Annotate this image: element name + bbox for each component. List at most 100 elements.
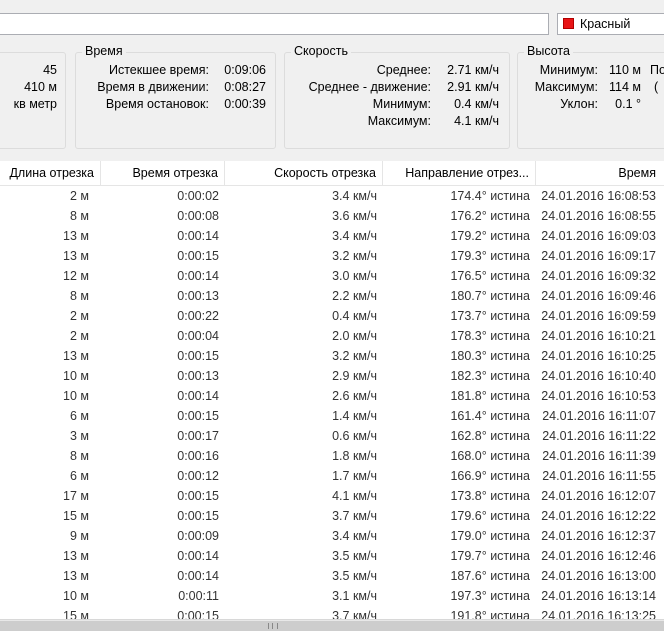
cell-segment-time: 0:00:04 — [177, 329, 219, 343]
table-row[interactable]: 12 м 0:00:14 3.0 км/ч 176.5° истина 24.01.20… — [0, 266, 664, 286]
table-row[interactable]: 13 м 0:00:14 3.4 км/ч 179.2° истина 24.01.20… — [0, 226, 664, 246]
cell-segment-length: 2 м — [69, 309, 89, 323]
track-name-input[interactable] — [0, 13, 549, 35]
speed-value: 2.91 км/ч — [447, 80, 499, 94]
cell-segment-time: 0:00:15 — [177, 489, 219, 503]
cell-segment-time: 0:00:14 — [177, 389, 219, 403]
table-row[interactable]: 8 м 0:00:13 2.2 км/ч 180.7° истина 24.01.201… — [0, 286, 664, 306]
cell-segment-speed: 3.6 км/ч — [332, 209, 377, 223]
cell-segment-length: 10 м — [63, 369, 89, 383]
cell-segment-time: 0:00:22 — [177, 309, 219, 323]
cell-segment-time: 0:00:02 — [177, 189, 219, 203]
cell-time: 24.01.2016 16:10:40 — [541, 369, 656, 383]
table-row[interactable]: 15 м 0:00:15 3.7 км/ч 191.8° истина 24.01.20… — [0, 606, 664, 619]
cell-segment-speed: 3.5 км/ч — [332, 569, 377, 583]
cell-segment-time: 0:00:13 — [177, 369, 219, 383]
cell-time: 24.01.2016 16:10:21 — [541, 329, 656, 343]
cell-segment-direction: 173.7° истина — [450, 309, 530, 323]
table-row[interactable]: 17 м 0:00:15 4.1 км/ч 173.8° истина 24.01.20… — [0, 486, 664, 506]
scrollbar-thumb[interactable] — [0, 621, 664, 631]
cell-time: 24.01.2016 16:09:17 — [541, 249, 656, 263]
cell-time: 24.01.2016 16:09:03 — [541, 229, 656, 243]
group-value: кв метр — [13, 97, 57, 111]
table-row[interactable]: 13 м 0:00:14 3.5 км/ч 179.7° истина 24.01.20… — [0, 546, 664, 566]
table-row[interactable]: 9 м 0:00:09 3.4 км/ч 179.0° истина 24.01.201… — [0, 526, 664, 546]
time-group: Время Истекшее время: 0:09:06 Время в дв… — [75, 44, 276, 149]
segments-table: Длина отрезка Время отрезка Скорость отр… — [0, 161, 664, 619]
cell-segment-length: 2 м — [69, 189, 89, 203]
cell-time: 24.01.2016 16:09:32 — [541, 269, 656, 283]
cell-segment-direction: 182.3° истина — [450, 369, 530, 383]
table-row[interactable]: 2 м 0:00:04 2.0 км/ч 178.3° истина 24.01.201… — [0, 326, 664, 346]
cell-segment-speed: 2.2 км/ч — [332, 289, 377, 303]
cell-time: 24.01.2016 16:10:25 — [541, 349, 656, 363]
cell-segment-direction: 179.6° истина — [450, 509, 530, 523]
time-value: 0:00:39 — [224, 97, 266, 111]
column-header-segment-speed[interactable]: Скорость отрезка — [225, 161, 383, 185]
cell-segment-direction: 174.4° истина — [450, 189, 530, 203]
column-header-time[interactable]: Время — [536, 161, 664, 185]
table-row[interactable]: 10 м 0:00:11 3.1 км/ч 197.3° истина 24.01.20… — [0, 586, 664, 606]
cell-segment-length: 13 м — [63, 229, 89, 243]
speed-value: 0.4 км/ч — [454, 97, 499, 111]
cell-time: 24.01.2016 16:09:59 — [541, 309, 656, 323]
table-row[interactable]: 13 м 0:00:15 3.2 км/ч 180.3° истина 24.01.20… — [0, 346, 664, 366]
cell-segment-direction: 173.8° истина — [450, 489, 530, 503]
cell-time: 24.01.2016 16:12:46 — [541, 549, 656, 563]
cell-segment-length: 3 м — [69, 429, 89, 443]
cell-segment-direction: 176.5° истина — [450, 269, 530, 283]
speed-group: Скорость Среднее: 2.71 км/ч Среднее - дв… — [284, 44, 510, 149]
cell-time: 24.01.2016 16:13:14 — [541, 589, 656, 603]
table-row[interactable]: 10 м 0:00:13 2.9 км/ч 182.3° истина 24.01.20… — [0, 366, 664, 386]
cell-segment-length: 2 м — [69, 329, 89, 343]
table-row[interactable]: 2 м 0:00:22 0.4 км/ч 173.7° истина 24.01.201… — [0, 306, 664, 326]
speed-value: 2.71 км/ч — [447, 63, 499, 77]
table-row[interactable]: 13 м 0:00:15 3.2 км/ч 179.3° истина 24.01.20… — [0, 246, 664, 266]
color-select[interactable]: Красный — [557, 13, 664, 35]
cell-segment-speed: 1.8 км/ч — [332, 449, 377, 463]
table-row[interactable]: 10 м 0:00:14 2.6 км/ч 181.8° истина 24.01.20… — [0, 386, 664, 406]
cell-segment-time: 0:00:14 — [177, 549, 219, 563]
cell-time: 24.01.2016 16:08:53 — [541, 189, 656, 203]
column-header-segment-length[interactable]: Длина отрезка — [0, 161, 101, 185]
table-row[interactable]: 8 м 0:00:08 3.6 км/ч 176.2° истина 24.01.201… — [0, 206, 664, 226]
cell-segment-time: 0:00:11 — [178, 589, 219, 603]
cell-segment-direction: 197.3° истина — [450, 589, 530, 603]
cell-segment-length: 13 м — [63, 549, 89, 563]
table-row[interactable]: 8 м 0:00:16 1.8 км/ч 168.0° истина 24.01.201… — [0, 446, 664, 466]
cell-segment-direction: 180.3° истина — [450, 349, 530, 363]
speed-value: 4.1 км/ч — [454, 114, 499, 128]
cell-segment-direction: 181.8° истина — [450, 389, 530, 403]
cell-segment-direction: 178.3° истина — [450, 329, 530, 343]
height-group: Высота Минимум: 110 м По Максимум: 114 м… — [517, 44, 664, 149]
height-group-title: Высота — [524, 44, 573, 58]
cell-segment-speed: 3.2 км/ч — [332, 349, 377, 363]
table-row[interactable]: 2 м 0:00:02 3.4 км/ч 174.4° истина 24.01.201… — [0, 186, 664, 206]
table-row[interactable]: 6 м 0:00:12 1.7 км/ч 166.9° истина 24.01.201… — [0, 466, 664, 486]
height-value: 114 м — [609, 80, 641, 94]
cell-segment-speed: 3.4 км/ч — [332, 229, 377, 243]
table-row[interactable]: 3 м 0:00:17 0.6 км/ч 162.8° истина 24.01.201… — [0, 426, 664, 446]
height-value: 0.1 ° — [615, 97, 641, 111]
cell-segment-direction: 161.4° истина — [450, 409, 530, 423]
table-row[interactable]: 15 м 0:00:15 3.7 км/ч 179.6° истина 24.01.20… — [0, 506, 664, 526]
cell-segment-direction: 191.8° истина — [450, 609, 530, 619]
cell-segment-length: 8 м — [69, 289, 89, 303]
color-select-label: Красный — [580, 17, 631, 31]
table-row[interactable]: 13 м 0:00:14 3.5 км/ч 187.6° истина 24.01.20… — [0, 566, 664, 586]
cell-time: 24.01.2016 16:08:55 — [541, 209, 656, 223]
cell-segment-direction: 166.9° истина — [450, 469, 530, 483]
cell-segment-length: 8 м — [69, 449, 89, 463]
cell-segment-speed: 3.4 км/ч — [332, 529, 377, 543]
table-row[interactable]: 6 м 0:00:15 1.4 км/ч 161.4° истина 24.01.201… — [0, 406, 664, 426]
cell-time: 24.01.2016 16:09:46 — [541, 289, 656, 303]
cell-segment-length: 8 м — [69, 209, 89, 223]
column-header-segment-direction[interactable]: Направление отрез... — [383, 161, 536, 185]
cell-segment-time: 0:00:17 — [177, 429, 219, 443]
horizontal-scrollbar[interactable] — [0, 619, 664, 631]
cell-segment-speed: 2.6 км/ч — [332, 389, 377, 403]
column-header-segment-time[interactable]: Время отрезка — [101, 161, 225, 185]
cell-segment-speed: 2.0 км/ч — [332, 329, 377, 343]
cell-time: 24.01.2016 16:11:07 — [542, 409, 656, 423]
cell-segment-length: 6 м — [69, 469, 89, 483]
